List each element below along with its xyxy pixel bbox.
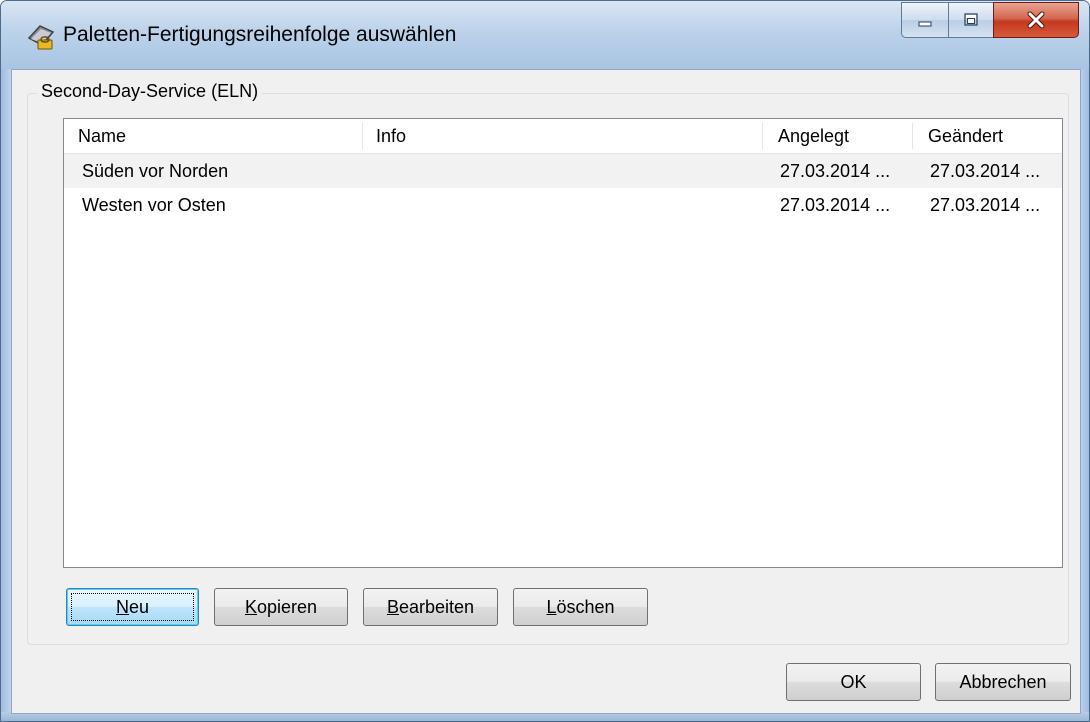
cell-angelegt: 27.03.2014 ...	[780, 161, 891, 181]
cell-angelegt: 27.03.2014 ...	[780, 195, 891, 215]
cell-geaendert: 27.03.2014 ...	[930, 195, 1041, 215]
mnemonic-letter: K	[244, 596, 257, 617]
dialog-window: Paletten-Fertigungsreihenfolge auswählen	[0, 0, 1090, 722]
list-row[interactable]: Süden vor Norden 27.03.2014 ... 27.03.20…	[64, 154, 1062, 188]
cell-geaendert: 27.03.2014 ...	[930, 161, 1041, 181]
cell-name: Westen vor Osten	[82, 195, 226, 215]
copy-button-label: Kopieren	[245, 597, 317, 618]
column-header-info[interactable]: Info	[362, 119, 762, 153]
column-divider[interactable]	[762, 123, 763, 149]
maximize-button[interactable]	[948, 2, 993, 38]
column-header-name[interactable]: Name	[64, 119, 362, 153]
label-rest: öschen	[556, 596, 615, 617]
minimize-button[interactable]	[901, 2, 948, 38]
cell-info	[376, 188, 756, 222]
close-icon	[1027, 11, 1045, 29]
sequence-list[interactable]: Name Info Angelegt Geändert Süden vor No…	[63, 118, 1063, 568]
list-header: Name Info Angelegt Geändert	[64, 119, 1062, 154]
mnemonic-letter: B	[386, 596, 399, 617]
window-controls	[901, 2, 1079, 38]
minimize-icon	[918, 21, 932, 27]
column-divider[interactable]	[912, 123, 913, 149]
cancel-button-label: Abbrechen	[959, 671, 1047, 692]
list-row[interactable]: Westen vor Osten 27.03.2014 ... 27.03.20…	[64, 188, 1062, 222]
cancel-button[interactable]: Abbrechen	[935, 663, 1071, 701]
cell-info	[376, 154, 756, 188]
delete-button[interactable]: Löschen	[513, 588, 648, 626]
group-box-label: Second-Day-Service (ELN)	[37, 81, 263, 102]
app-icon	[25, 20, 57, 52]
ok-button[interactable]: OK	[786, 663, 921, 701]
label-rest: earbeiten	[398, 596, 475, 617]
title-bar[interactable]: Paletten-Fertigungsreihenfolge auswählen	[1, 1, 1089, 69]
window-frame-left	[1, 69, 11, 721]
close-button[interactable]	[993, 2, 1079, 38]
cell-name: Süden vor Norden	[82, 161, 229, 181]
mnemonic-letter: L	[546, 596, 557, 617]
copy-button[interactable]: Kopieren	[214, 588, 348, 626]
delete-button-label: Löschen	[546, 597, 614, 618]
new-button[interactable]: Neu	[66, 588, 199, 626]
window-title: Paletten-Fertigungsreihenfolge auswählen	[63, 23, 457, 46]
edit-button-label: Bearbeiten	[387, 597, 474, 618]
focus-rectangle	[71, 593, 194, 621]
edit-button[interactable]: Bearbeiten	[363, 588, 498, 626]
maximize-icon	[964, 13, 978, 26]
column-header-angelegt[interactable]: Angelegt	[764, 119, 910, 153]
ok-button-label: OK	[840, 671, 867, 692]
column-header-geaendert[interactable]: Geändert	[914, 119, 1054, 153]
label-rest: opieren	[256, 596, 318, 617]
